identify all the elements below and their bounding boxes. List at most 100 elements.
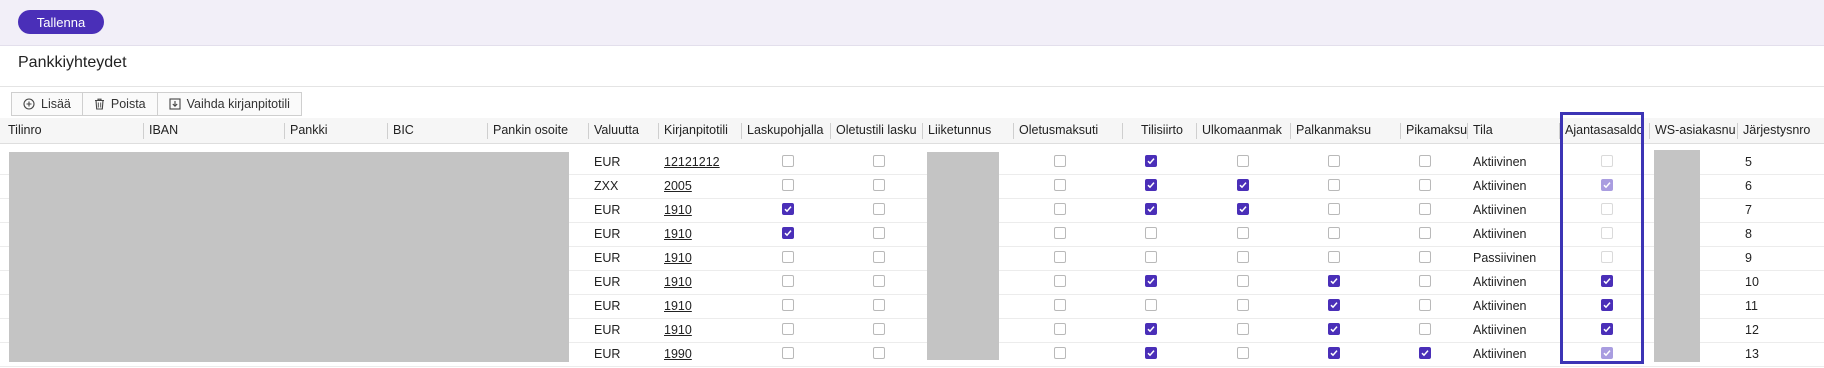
ulkomaan-checkbox[interactable] bbox=[1237, 203, 1249, 215]
column-header[interactable]: WS-asiakasnu bbox=[1653, 118, 1737, 143]
column-resize-handle[interactable] bbox=[284, 123, 285, 139]
pikamaksu-checkbox[interactable] bbox=[1419, 299, 1431, 311]
column-header[interactable]: Tilinro bbox=[6, 118, 143, 143]
ulkomaan-checkbox[interactable] bbox=[1237, 347, 1249, 359]
column-resize-handle[interactable] bbox=[1013, 123, 1014, 139]
oletusmaksu-checkbox[interactable] bbox=[1054, 251, 1066, 263]
laskupohjalla-checkbox[interactable] bbox=[782, 347, 794, 359]
oletusmaksu-checkbox[interactable] bbox=[1054, 275, 1066, 287]
account-link[interactable]: 1910 bbox=[664, 198, 692, 222]
column-resize-handle[interactable] bbox=[1737, 123, 1738, 139]
pikamaksu-checkbox[interactable] bbox=[1419, 251, 1431, 263]
tilisiirto-checkbox[interactable] bbox=[1145, 347, 1157, 359]
add-button[interactable]: Lisää bbox=[12, 93, 83, 115]
column-header[interactable]: Oletustili lasku bbox=[834, 118, 922, 143]
column-header[interactable]: Kirjanpitotili bbox=[662, 118, 741, 143]
column-resize-handle[interactable] bbox=[1467, 123, 1468, 139]
account-link[interactable]: 1910 bbox=[664, 246, 692, 270]
laskupohjalla-checkbox[interactable] bbox=[782, 155, 794, 167]
tilisiirto-checkbox[interactable] bbox=[1145, 251, 1157, 263]
oletusmaksu-checkbox[interactable] bbox=[1054, 203, 1066, 215]
oletusmaksu-checkbox[interactable] bbox=[1054, 323, 1066, 335]
palkanmaksu-checkbox[interactable] bbox=[1328, 299, 1340, 311]
oletustili-checkbox[interactable] bbox=[873, 275, 885, 287]
column-header[interactable]: Liiketunnus bbox=[926, 118, 1013, 143]
tilisiirto-checkbox[interactable] bbox=[1145, 275, 1157, 287]
column-resize-handle[interactable] bbox=[1400, 123, 1401, 139]
ulkomaan-checkbox[interactable] bbox=[1237, 299, 1249, 311]
account-link[interactable]: 1910 bbox=[664, 318, 692, 342]
oletustili-checkbox[interactable] bbox=[873, 203, 885, 215]
laskupohjalla-checkbox[interactable] bbox=[782, 203, 794, 215]
palkanmaksu-checkbox[interactable] bbox=[1328, 203, 1340, 215]
oletusmaksu-checkbox[interactable] bbox=[1054, 299, 1066, 311]
pikamaksu-checkbox[interactable] bbox=[1419, 275, 1431, 287]
column-header[interactable]: Pankin osoite bbox=[491, 118, 588, 143]
account-link[interactable]: 12121212 bbox=[664, 150, 720, 174]
column-header[interactable]: Tila bbox=[1471, 118, 1559, 143]
column-header[interactable]: Pikamaksu bbox=[1404, 118, 1467, 143]
pikamaksu-checkbox[interactable] bbox=[1419, 179, 1431, 191]
oletusmaksu-checkbox[interactable] bbox=[1054, 347, 1066, 359]
ulkomaan-checkbox[interactable] bbox=[1237, 179, 1249, 191]
ulkomaan-checkbox[interactable] bbox=[1237, 251, 1249, 263]
account-link[interactable]: 2005 bbox=[664, 174, 692, 198]
ulkomaan-checkbox[interactable] bbox=[1237, 155, 1249, 167]
column-resize-handle[interactable] bbox=[1196, 123, 1197, 139]
oletustili-checkbox[interactable] bbox=[873, 347, 885, 359]
palkanmaksu-checkbox[interactable] bbox=[1328, 323, 1340, 335]
column-resize-handle[interactable] bbox=[1290, 123, 1291, 139]
account-link[interactable]: 1910 bbox=[664, 270, 692, 294]
tilisiirto-checkbox[interactable] bbox=[1145, 203, 1157, 215]
column-resize-handle[interactable] bbox=[658, 123, 659, 139]
oletustili-checkbox[interactable] bbox=[873, 155, 885, 167]
oletusmaksu-checkbox[interactable] bbox=[1054, 179, 1066, 191]
oletustili-checkbox[interactable] bbox=[873, 251, 885, 263]
tilisiirto-checkbox[interactable] bbox=[1145, 323, 1157, 335]
tilisiirto-checkbox[interactable] bbox=[1145, 227, 1157, 239]
column-resize-handle[interactable] bbox=[143, 123, 144, 139]
save-button[interactable]: Tallenna bbox=[18, 10, 104, 34]
column-resize-handle[interactable] bbox=[741, 123, 742, 139]
oletusmaksu-checkbox[interactable] bbox=[1054, 227, 1066, 239]
laskupohjalla-checkbox[interactable] bbox=[782, 179, 794, 191]
ulkomaan-checkbox[interactable] bbox=[1237, 323, 1249, 335]
delete-button[interactable]: Poista bbox=[83, 93, 158, 115]
laskupohjalla-checkbox[interactable] bbox=[782, 323, 794, 335]
column-header[interactable]: IBAN bbox=[147, 118, 284, 143]
pikamaksu-checkbox[interactable] bbox=[1419, 227, 1431, 239]
laskupohjalla-checkbox[interactable] bbox=[782, 299, 794, 311]
palkanmaksu-checkbox[interactable] bbox=[1328, 251, 1340, 263]
column-resize-handle[interactable] bbox=[487, 123, 488, 139]
account-link[interactable]: 1990 bbox=[664, 342, 692, 366]
column-header[interactable]: Järjestysnro bbox=[1741, 118, 1820, 143]
column-header[interactable]: Tilisiirto bbox=[1126, 118, 1196, 143]
column-header[interactable]: Palkanmaksu bbox=[1294, 118, 1400, 143]
oletusmaksu-checkbox[interactable] bbox=[1054, 155, 1066, 167]
column-header[interactable]: Oletusmaksuti bbox=[1017, 118, 1122, 143]
column-header[interactable]: Laskupohjalla bbox=[745, 118, 830, 143]
laskupohjalla-checkbox[interactable] bbox=[782, 275, 794, 287]
laskupohjalla-checkbox[interactable] bbox=[782, 227, 794, 239]
column-resize-handle[interactable] bbox=[1122, 123, 1123, 139]
oletustili-checkbox[interactable] bbox=[873, 299, 885, 311]
palkanmaksu-checkbox[interactable] bbox=[1328, 347, 1340, 359]
palkanmaksu-checkbox[interactable] bbox=[1328, 155, 1340, 167]
tilisiirto-checkbox[interactable] bbox=[1145, 299, 1157, 311]
column-header[interactable]: BIC bbox=[391, 118, 487, 143]
account-link[interactable]: 1910 bbox=[664, 294, 692, 318]
column-resize-handle[interactable] bbox=[1649, 123, 1650, 139]
pikamaksu-checkbox[interactable] bbox=[1419, 347, 1431, 359]
column-header[interactable]: Valuutta bbox=[592, 118, 658, 143]
pikamaksu-checkbox[interactable] bbox=[1419, 323, 1431, 335]
column-header[interactable]: Pankki bbox=[288, 118, 387, 143]
tilisiirto-checkbox[interactable] bbox=[1145, 179, 1157, 191]
laskupohjalla-checkbox[interactable] bbox=[782, 251, 794, 263]
ulkomaan-checkbox[interactable] bbox=[1237, 275, 1249, 287]
palkanmaksu-checkbox[interactable] bbox=[1328, 275, 1340, 287]
column-resize-handle[interactable] bbox=[830, 123, 831, 139]
oletustili-checkbox[interactable] bbox=[873, 227, 885, 239]
column-resize-handle[interactable] bbox=[922, 123, 923, 139]
account-link[interactable]: 1910 bbox=[664, 222, 692, 246]
switch-account-button[interactable]: Vaihda kirjanpitotili bbox=[158, 93, 301, 115]
